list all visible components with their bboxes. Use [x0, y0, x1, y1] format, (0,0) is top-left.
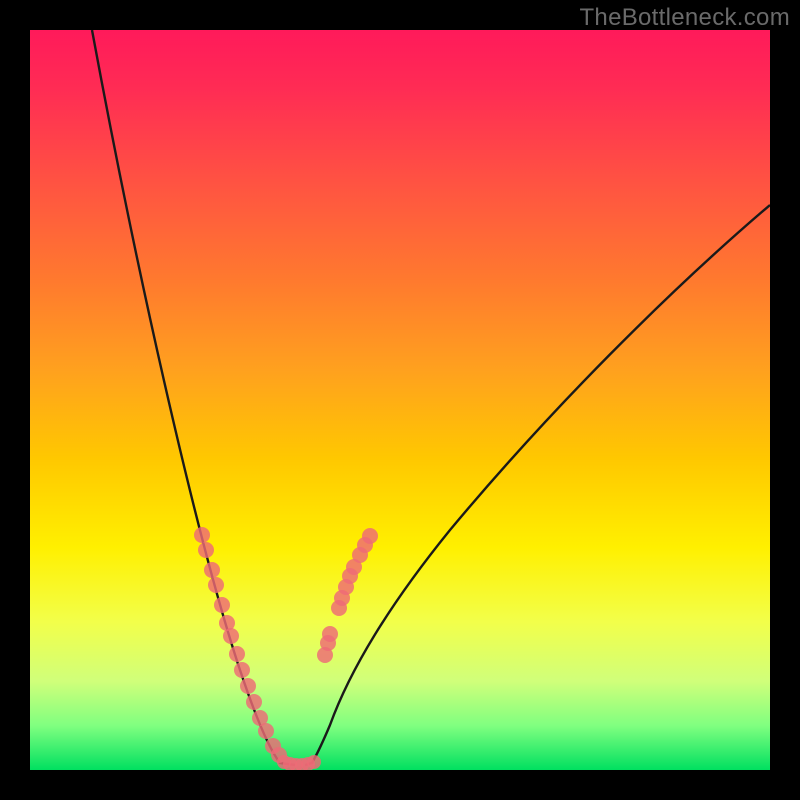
right-curve	[305, 205, 770, 765]
plot-area	[30, 30, 770, 770]
data-point	[317, 647, 333, 663]
dots-bottom-group	[277, 755, 321, 770]
data-point	[240, 678, 256, 694]
data-point	[223, 628, 239, 644]
data-point	[194, 527, 210, 543]
data-point	[208, 577, 224, 593]
data-point	[214, 597, 230, 613]
data-point	[307, 755, 321, 769]
chart-container: TheBottleneck.com	[0, 0, 800, 800]
data-point	[198, 542, 214, 558]
data-point	[258, 723, 274, 739]
data-point	[331, 600, 347, 616]
data-point	[229, 646, 245, 662]
chart-svg	[30, 30, 770, 770]
data-point	[204, 562, 220, 578]
watermark-text: TheBottleneck.com	[579, 4, 790, 32]
left-curve	[92, 30, 295, 765]
data-point	[234, 662, 250, 678]
data-point	[246, 694, 262, 710]
